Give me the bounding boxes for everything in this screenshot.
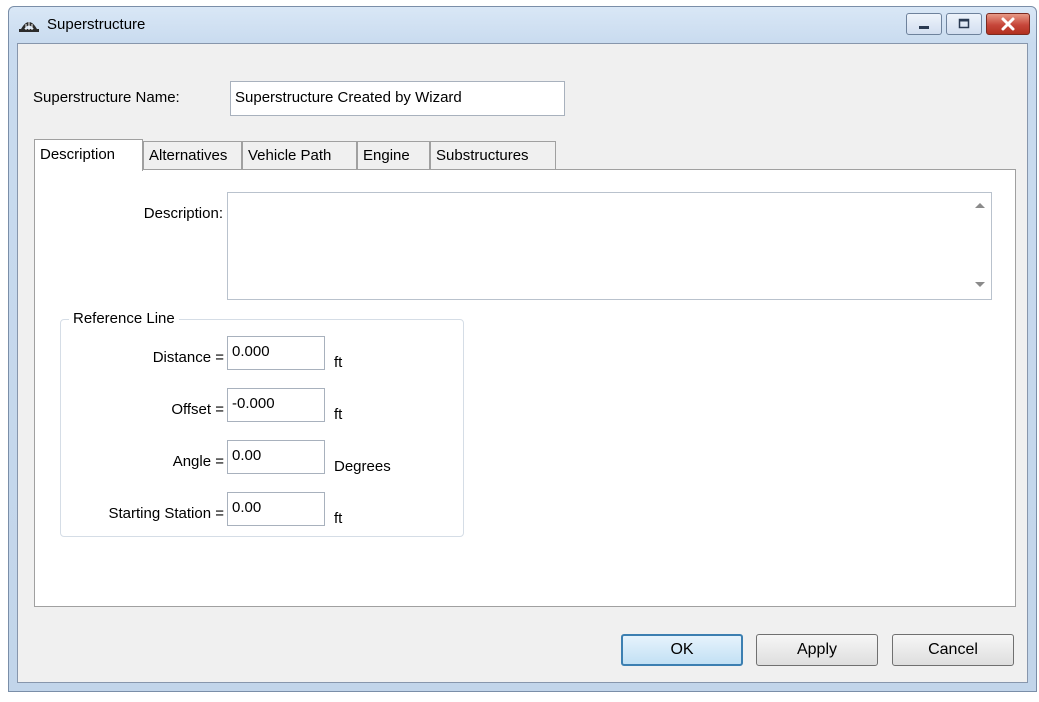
- tab-vehicle-path[interactable]: Vehicle Path: [242, 141, 357, 169]
- cancel-button[interactable]: Cancel: [892, 634, 1014, 666]
- superstructure-name-label: Superstructure Name:: [33, 89, 180, 106]
- tab-alternatives[interactable]: Alternatives: [143, 141, 242, 169]
- minimize-button[interactable]: [906, 13, 942, 35]
- apply-button[interactable]: Apply: [756, 634, 878, 666]
- tab-description[interactable]: Description: [34, 139, 143, 171]
- reference-line-title: Reference Line: [69, 310, 179, 327]
- offset-label: Offset =: [171, 401, 224, 418]
- superstructure-name-input[interactable]: Superstructure Created by Wizard: [230, 81, 565, 116]
- close-icon: [1001, 17, 1015, 31]
- starting-station-label: Starting Station =: [108, 505, 225, 522]
- description-label: Description:: [143, 205, 223, 222]
- superstructure-window: Superstructure Superstructure Name: Supe…: [8, 6, 1037, 692]
- close-button[interactable]: [986, 13, 1030, 35]
- tab-engine[interactable]: Engine: [357, 141, 430, 169]
- reference-line-group: Reference Line Distance = 0.000 ft Offse…: [60, 310, 464, 537]
- bridge-arch-icon: [19, 22, 39, 32]
- dialog-client-area: Superstructure Name: Superstructure Crea…: [17, 43, 1028, 683]
- angle-unit: Degrees: [334, 458, 391, 475]
- window-title: Superstructure: [47, 16, 146, 33]
- title-bar[interactable]: Superstructure: [9, 7, 1036, 43]
- minimize-icon: [919, 26, 929, 29]
- scroll-up-icon[interactable]: [975, 203, 985, 208]
- maximize-button[interactable]: [946, 13, 982, 35]
- maximize-icon: [958, 18, 970, 29]
- tab-substructures[interactable]: Substructures: [430, 141, 556, 169]
- offset-unit: ft: [334, 406, 343, 423]
- ok-button[interactable]: OK: [621, 634, 743, 666]
- window-controls: [906, 13, 1030, 35]
- description-textarea[interactable]: [227, 192, 992, 300]
- description-tab-panel: Description: Reference Line Distance = 0…: [34, 169, 1016, 607]
- scroll-down-icon[interactable]: [975, 282, 985, 287]
- offset-input[interactable]: -0.000: [227, 388, 325, 422]
- starting-station-unit: ft: [334, 510, 343, 527]
- distance-label: Distance =: [152, 349, 224, 366]
- description-scrollbar[interactable]: [969, 193, 991, 299]
- angle-label: Angle =: [172, 453, 224, 470]
- distance-unit: ft: [334, 354, 343, 371]
- distance-input[interactable]: 0.000: [227, 336, 325, 370]
- angle-input[interactable]: 0.00: [227, 440, 325, 474]
- starting-station-input[interactable]: 0.00: [227, 492, 325, 526]
